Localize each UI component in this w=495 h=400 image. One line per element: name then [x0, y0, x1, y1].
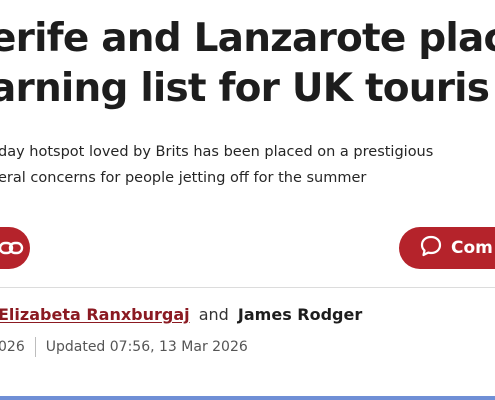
- speech-bubble-icon: [419, 234, 443, 262]
- headline: erife and Lanzarote plac arning list for…: [0, 14, 495, 114]
- article-timestamps: 026 Updated 07:56, 13 Mar 2026: [0, 336, 248, 358]
- link-icon: [0, 238, 24, 258]
- updated-date: Updated 07:56, 13 Mar 2026: [45, 339, 248, 355]
- author-link[interactable]: Elizabeta Ranxburgaj: [0, 305, 190, 324]
- bottom-accent-bar: [0, 396, 495, 400]
- published-date: 026: [0, 339, 25, 355]
- byline-joiner: and: [198, 305, 229, 324]
- standfirst: day hotspot loved by Brits has been plac…: [0, 139, 433, 191]
- author-name: James Rodger: [237, 305, 363, 324]
- meta-separator: [34, 337, 36, 357]
- comments-button[interactable]: Com: [399, 227, 495, 269]
- headline-line: arning list for UK touris: [0, 66, 490, 111]
- byline: Elizabeta Ranxburgaj and James Rodger: [0, 304, 362, 326]
- article-header: erife and Lanzarote plac arning list for…: [0, 0, 495, 400]
- comments-label: Com: [451, 238, 493, 258]
- standfirst-line: eral concerns for people jetting off for…: [0, 170, 367, 186]
- copy-link-button[interactable]: [0, 227, 30, 269]
- headline-line: erife and Lanzarote plac: [0, 16, 495, 61]
- standfirst-line: day hotspot loved by Brits has been plac…: [0, 144, 434, 160]
- divider: [0, 287, 495, 288]
